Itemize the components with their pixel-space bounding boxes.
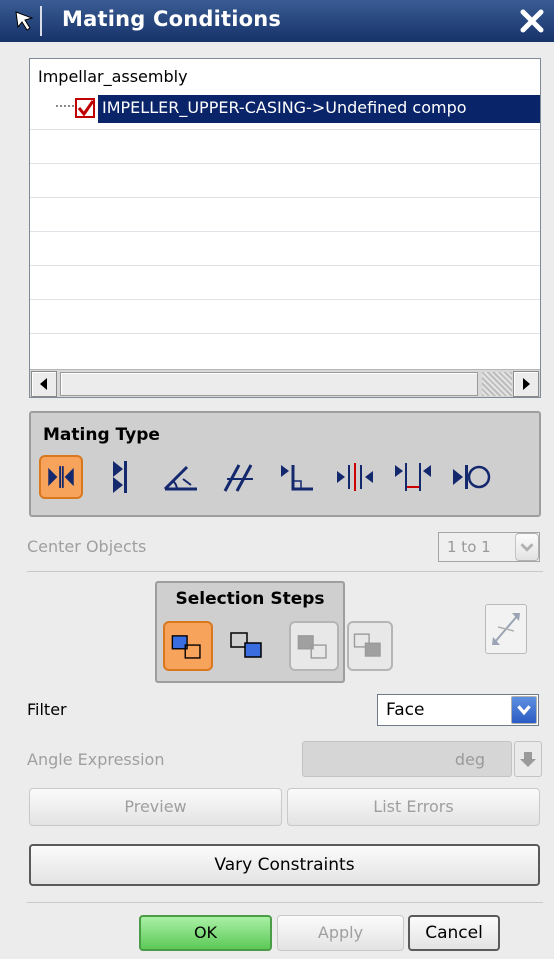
perpendicular-icon[interactable]: [275, 455, 319, 499]
divider: [27, 571, 543, 572]
reverse-direction-button[interactable]: [485, 604, 527, 654]
horizontal-scrollbar[interactable]: [30, 369, 540, 397]
chevron-down-icon[interactable]: [515, 533, 539, 561]
mating-type-label: Mating Type: [43, 425, 160, 445]
angle-expression-input[interactable]: deg: [302, 741, 512, 777]
assembly-tree[interactable]: Impellar_assembly IMPELLER_UPPER-CASING-…: [29, 58, 541, 398]
center-objects-select[interactable]: 1 to 1: [438, 532, 540, 562]
angle-expression-label: Angle Expression: [27, 750, 165, 769]
divider: [27, 902, 543, 903]
tree-root-label: Impellar_assembly: [38, 67, 188, 86]
angle-expression-menu-button[interactable]: [514, 741, 542, 777]
scroll-left-button[interactable]: [31, 371, 57, 397]
checkbox-checked-icon[interactable]: [74, 97, 96, 119]
row-divider: [30, 231, 540, 232]
angle-icon[interactable]: [159, 455, 203, 499]
cancel-button[interactable]: Cancel: [408, 915, 500, 951]
mate-icon[interactable]: [39, 455, 83, 499]
mating-type-panel: Mating Type: [29, 411, 541, 517]
center-objects-label: Center Objects: [27, 537, 147, 556]
selection-steps-panel: Selection Steps: [155, 581, 393, 683]
second-from-icon[interactable]: [289, 621, 339, 671]
parallel-icon[interactable]: [217, 455, 261, 499]
align-icon[interactable]: [101, 455, 145, 499]
row-divider: [30, 265, 540, 266]
row-divider: [30, 163, 540, 164]
from-object-icon[interactable]: [163, 621, 213, 671]
cursor-arrow-icon: [15, 11, 34, 31]
scroll-thumb[interactable]: [60, 372, 478, 396]
angle-unit: deg: [454, 750, 485, 769]
title-separator: [40, 6, 42, 36]
to-object-icon[interactable]: [225, 621, 275, 671]
preview-button[interactable]: Preview: [29, 788, 282, 826]
distance-icon[interactable]: [391, 455, 435, 499]
chevron-down-icon[interactable]: [511, 696, 537, 724]
vary-constraints-button[interactable]: Vary Constraints: [29, 844, 540, 886]
center-icon[interactable]: [333, 455, 377, 499]
title-bar: Mating Conditions: [0, 0, 554, 42]
window-title: Mating Conditions: [62, 7, 282, 31]
tree-item-selected[interactable]: IMPELLER_UPPER-CASING->Undefined compo: [98, 95, 540, 123]
row-divider: [30, 129, 540, 130]
tangent-icon[interactable]: [449, 455, 493, 499]
arrow-down-icon: [520, 752, 536, 767]
scroll-right-button[interactable]: [513, 371, 539, 397]
arrow-right-icon: [523, 378, 530, 390]
scroll-track[interactable]: [482, 372, 512, 396]
reverse-direction-icon: [492, 613, 520, 645]
apply-button[interactable]: Apply: [277, 915, 404, 951]
second-to-icon[interactable]: [347, 621, 393, 671]
filter-value: Face: [386, 700, 425, 720]
center-objects-value: 1 to 1: [447, 538, 491, 556]
row-divider: [30, 333, 540, 334]
selection-steps-label: Selection Steps: [175, 589, 325, 609]
close-icon[interactable]: [514, 3, 550, 39]
ok-button[interactable]: OK: [139, 915, 272, 951]
row-divider: [30, 299, 540, 300]
arrow-left-icon: [40, 378, 47, 390]
list-errors-button[interactable]: List Errors: [287, 788, 540, 826]
row-divider: [30, 197, 540, 198]
filter-select[interactable]: Face: [377, 694, 539, 726]
filter-label: Filter: [27, 700, 67, 719]
